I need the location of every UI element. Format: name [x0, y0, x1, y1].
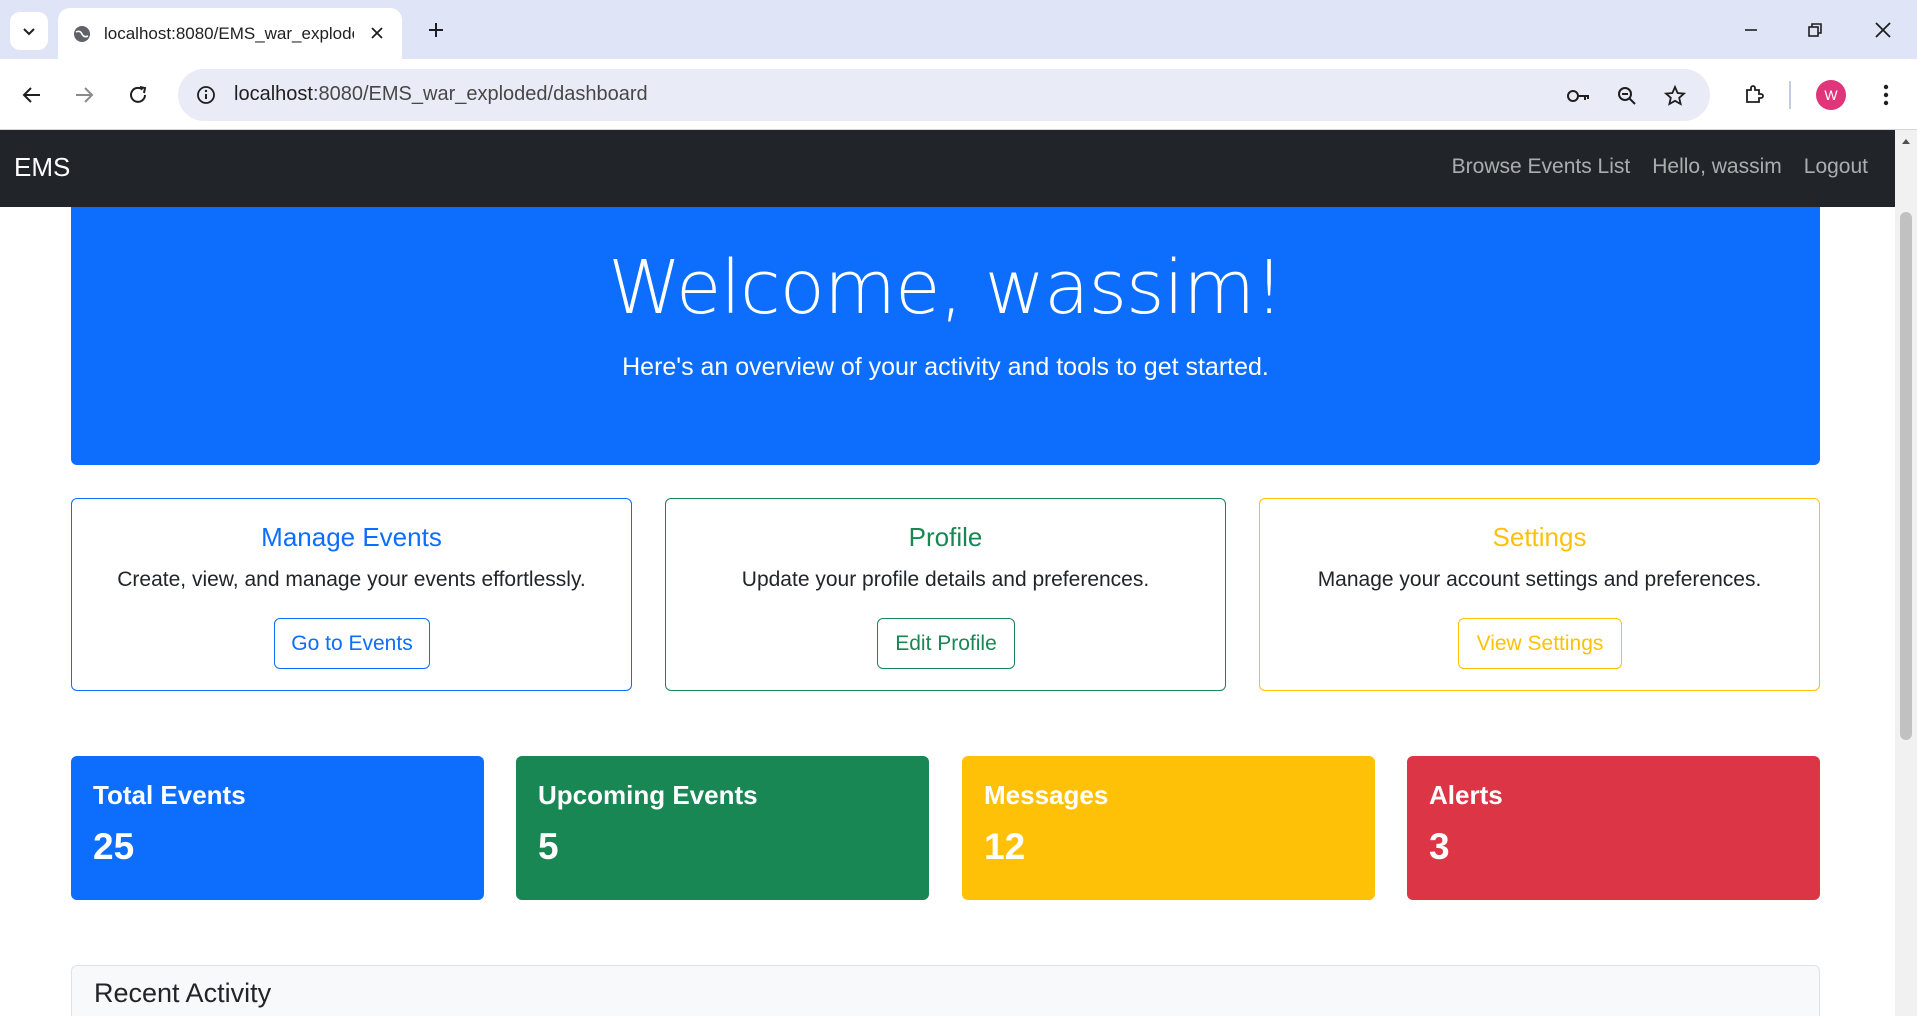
bookmark-star-icon[interactable] — [1660, 81, 1690, 111]
globe-icon — [74, 25, 90, 42]
tab-search-button[interactable] — [10, 12, 48, 50]
chevron-down-icon — [23, 28, 35, 36]
profile-card: Profile Update your profile details and … — [665, 498, 1226, 691]
nav-links: Browse Events List Hello, wassim Logout — [1452, 155, 1868, 179]
back-button[interactable] — [12, 75, 52, 115]
browser-toolbar: localhost:8080/EMS_war_exploded/dashboar… — [0, 59, 1917, 130]
manage-events-card: Manage Events Create, view, and manage y… — [71, 498, 632, 691]
zoom-icon[interactable] — [1612, 81, 1642, 111]
arrow-right-icon — [76, 87, 94, 103]
stat-upcoming-events: Upcoming Events 5 — [516, 756, 929, 900]
browser-tab[interactable]: localhost:8080/EMS_war_exploded — [58, 8, 402, 59]
nav-logout[interactable]: Logout — [1804, 155, 1868, 179]
address-bar[interactable]: localhost:8080/EMS_war_exploded/dashboar… — [178, 69, 1710, 121]
stat-value: 3 — [1429, 826, 1450, 867]
welcome-subtitle: Here's an overview of your activity and … — [622, 353, 1269, 381]
recent-activity-panel: Recent Activity — [71, 965, 1820, 1016]
card-text: Create, view, and manage your events eff… — [117, 568, 586, 591]
stat-value: 5 — [538, 826, 559, 867]
stat-label: Messages — [984, 780, 1109, 810]
card-text: Update your profile details and preferen… — [741, 568, 1150, 591]
tab-title: localhost:8080/EMS_war_exploded — [104, 23, 354, 43]
url-host: localhost — [234, 83, 313, 105]
more-menu-icon[interactable] — [1866, 75, 1906, 115]
close-tab-icon[interactable] — [366, 22, 388, 44]
reload-button[interactable] — [118, 75, 158, 115]
card-title: Settings — [1492, 522, 1587, 552]
stat-value: 25 — [93, 826, 135, 867]
settings-card: Settings Manage your account settings an… — [1259, 498, 1820, 691]
card-text: Manage your account settings and prefere… — [1317, 568, 1762, 591]
new-tab-button[interactable] — [420, 14, 452, 46]
password-key-icon[interactable] — [1563, 81, 1593, 111]
edit-profile-button[interactable]: Edit Profile — [877, 618, 1015, 669]
view-settings-button[interactable]: View Settings — [1458, 618, 1622, 669]
url-path: :8080/EMS_war_exploded/dashboard — [312, 83, 648, 105]
url-text[interactable]: localhost:8080/EMS_war_exploded/dashboar… — [234, 83, 648, 106]
browser-tab-bar: localhost:8080/EMS_war_exploded — [0, 0, 1917, 59]
card-title: Manage Events — [261, 522, 442, 552]
nav-browse-events[interactable]: Browse Events List — [1452, 155, 1631, 179]
stat-messages: Messages 12 — [962, 756, 1375, 900]
reload-icon — [130, 86, 147, 103]
arrow-left-icon — [22, 87, 40, 103]
stat-label: Upcoming Events — [538, 780, 758, 810]
recent-activity-title: Recent Activity — [94, 978, 272, 1008]
stat-alerts: Alerts 3 — [1407, 756, 1820, 900]
stat-value: 12 — [984, 826, 1026, 867]
page-viewport: EMS Browse Events List Hello, wassim Log… — [0, 130, 1895, 1016]
minimize-icon — [1745, 29, 1757, 31]
stat-label: Alerts — [1429, 780, 1503, 810]
brand-link[interactable]: EMS — [14, 152, 70, 183]
restore-icon — [1808, 23, 1822, 37]
site-info-icon[interactable] — [192, 81, 220, 109]
welcome-banner: Welcome, wassim! Here's an overview of y… — [71, 207, 1820, 465]
toolbar-divider — [1789, 81, 1791, 109]
minimize-button[interactable] — [1724, 12, 1778, 48]
restore-button[interactable] — [1788, 12, 1842, 48]
close-icon — [1875, 22, 1891, 38]
nav-user-greeting[interactable]: Hello, wassim — [1652, 155, 1782, 179]
stat-total-events: Total Events 25 — [71, 756, 484, 900]
stat-label: Total Events — [93, 780, 246, 810]
profile-avatar[interactable]: W — [1816, 80, 1846, 110]
extensions-puzzle-icon[interactable] — [1734, 75, 1774, 115]
scrollbar-thumb[interactable] — [1900, 212, 1912, 740]
site-navbar: EMS Browse Events List Hello, wassim Log… — [0, 130, 1895, 207]
close-window-button[interactable] — [1856, 12, 1910, 48]
go-to-events-button[interactable]: Go to Events — [274, 618, 430, 669]
card-title: Profile — [908, 522, 983, 552]
scroll-up-icon[interactable] — [1895, 130, 1917, 152]
plus-icon — [429, 23, 443, 37]
page-scrollbar[interactable] — [1895, 130, 1917, 1016]
forward-button[interactable] — [64, 75, 104, 115]
welcome-title: Welcome, wassim! — [608, 245, 1284, 331]
